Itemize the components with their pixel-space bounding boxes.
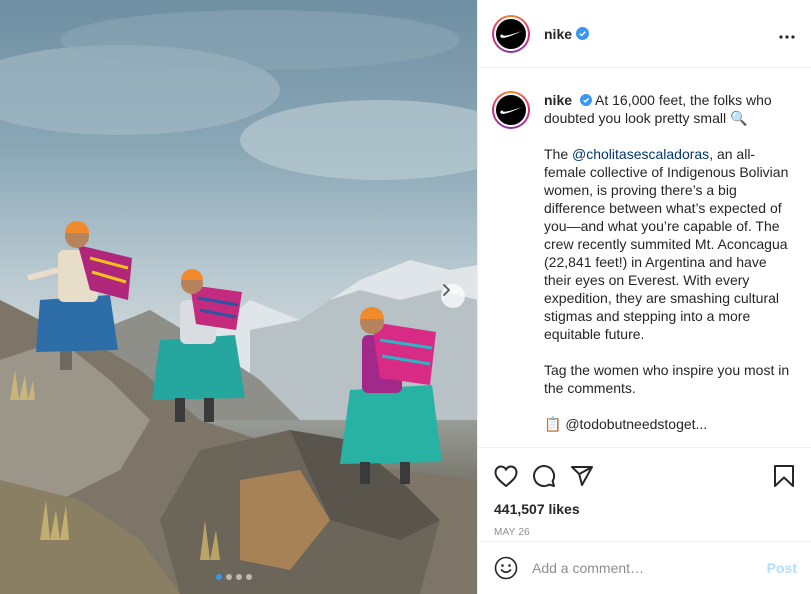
caption: nike At 16,000 feet, the folks who doubt… [492,91,795,433]
chevron-right-icon [443,284,450,296]
verified-badge-icon [579,94,592,106]
caption-avatar[interactable] [492,91,530,129]
share-paper-plane-icon[interactable] [570,464,594,488]
caption-paragraph: Tag the women who inspire you most in th… [544,362,790,396]
comment-input[interactable] [532,560,767,576]
post-comment-button[interactable]: Post [767,560,797,576]
nike-logo-icon [494,93,528,127]
more-options-icon[interactable] [779,26,795,44]
comment-bubble-icon[interactable] [532,464,556,488]
carousel-dot [236,574,242,580]
carousel-dot [226,574,232,580]
caption-paragraph: The @cholitasescaladoras, an all-female … [544,145,795,343]
post-actions-section: 441,507 likes MAY 26 [478,447,811,538]
carousel-next-button[interactable] [441,284,465,308]
caption-scroll-area[interactable]: nike At 16,000 feet, the folks who doubt… [478,69,811,447]
photo-scene [0,10,477,594]
post-header: nike [478,0,811,68]
save-bookmark-icon[interactable] [773,464,795,488]
action-bar [494,456,795,496]
like-heart-icon[interactable] [494,465,518,487]
carousel-dot [216,574,222,580]
nike-logo-icon [494,16,528,51]
caption-line: At 16,000 feet, the folks who doubted yo… [544,92,772,126]
carousel-dot [246,574,252,580]
verified-badge-icon [576,27,590,40]
caption-text-segment: The [544,146,573,162]
header-username[interactable]: nike [544,26,572,42]
comment-bar: Post [478,541,811,594]
caption-username[interactable]: nike [544,92,572,108]
post-photo[interactable] [0,0,477,594]
climber-1 [27,221,132,370]
avatar[interactable] [492,14,530,53]
caption-text-segment: , an all-female collective of Indigenous… [544,146,789,342]
emoji-icon[interactable] [494,556,518,580]
post-date[interactable]: MAY 26 [494,527,795,538]
caption-first-paragraph: nike At 16,000 feet, the folks who doubt… [544,91,795,127]
caption-text: nike At 16,000 feet, the folks who doubt… [544,91,795,433]
caption-paragraph-truncated: 📋 @todobutneedstoget... [544,416,708,432]
mention-link[interactable]: @cholitasescaladoras [572,146,709,162]
likes-count[interactable]: 441,507 likes [494,501,795,517]
post-side-panel: nike nike At 16,000 feet, the folks who … [477,0,811,594]
carousel-indicator [216,574,252,580]
